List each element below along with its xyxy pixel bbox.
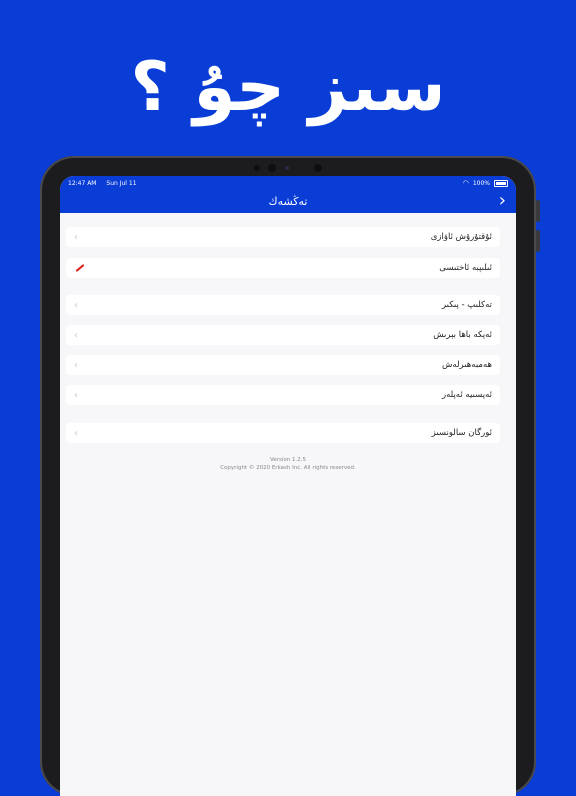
marketing-headline: سىز چۇ ؟ (130, 48, 446, 127)
chevron-left-icon: ‹ (74, 389, 78, 401)
settings-row-feedback[interactable]: ‹ تەكلىپ - پىكىر (66, 295, 500, 315)
page-title: تەڭشەك (268, 195, 308, 208)
settings-row-share[interactable]: ‹ ھەمبەھىرلەش (66, 355, 500, 375)
sensor-dot (314, 164, 322, 172)
row-label: ئۇقتۇرۇش ئاۋازى (430, 232, 492, 242)
row-label: ھەمبەھىرلەش (442, 360, 492, 370)
chevron-right-icon[interactable]: › (499, 191, 506, 211)
copyright-text: Copyright © 2020 Erkash Inc. All rights … (220, 465, 356, 471)
wifi-icon: ◠ (462, 179, 469, 187)
chevron-left-icon: ‹ (74, 359, 78, 371)
settings-row-notification-sound[interactable]: ‹ ئۇقتۇرۇش ئاۋازى (66, 227, 500, 247)
volume-up-button (536, 200, 540, 222)
status-time: 12:47 AM (68, 179, 97, 187)
settings-row-organization[interactable]: ‹ ئورگان سالونسىز (66, 423, 500, 443)
status-date: Sun Jul 11 (106, 179, 137, 187)
row-label: تەكلىپ - پىكىر (441, 300, 492, 310)
app-screen: 12:47 AM Sun Jul 11 ◠ 100% تەڭشەك › ‹ ئۇ… (60, 176, 516, 796)
volume-down-button (536, 230, 540, 252)
row-label: ئىلىپبە ئاختىسى (439, 263, 492, 273)
chevron-left-icon: ‹ (74, 329, 78, 341)
status-bar: 12:47 AM Sun Jul 11 ◠ 100% (60, 176, 516, 190)
navigation-bar: تەڭشەك › (60, 190, 516, 213)
row-label: ئەپسىيە ئەپلەر (441, 390, 492, 400)
version-text: Version 1.2.5 (270, 457, 306, 463)
settings-row-other-apps[interactable]: ‹ ئەپسىيە ئەپلەر (66, 385, 500, 405)
battery-icon (494, 179, 508, 187)
chevron-left-icon: ‹ (74, 231, 78, 243)
pencil-icon (74, 261, 88, 275)
tablet-frame: 12:47 AM Sun Jul 11 ◠ 100% تەڭشەك › ‹ ئۇ… (40, 156, 540, 796)
settings-row-rate-app[interactable]: ‹ ئەپكە باها بېرىش (66, 325, 500, 345)
camera-icon (285, 166, 289, 170)
battery-percent: 100% (472, 179, 490, 187)
settings-list: ‹ ئۇقتۇرۇش ئاۋازى ئىلىپبە ئاختىسى ‹ تەكل… (60, 213, 516, 796)
footer: Version 1.2.5 Copyright © 2020 Erkash In… (60, 456, 516, 472)
sensor-dot (268, 164, 276, 172)
row-label: ئورگان سالونسىز (431, 428, 492, 438)
sensor-dot (254, 165, 260, 171)
chevron-left-icon: ‹ (74, 299, 78, 311)
settings-row-alphabet[interactable]: ئىلىپبە ئاختىسى (66, 258, 500, 278)
chevron-left-icon: ‹ (74, 427, 78, 439)
row-label: ئەپكە باها بېرىش (433, 330, 492, 340)
